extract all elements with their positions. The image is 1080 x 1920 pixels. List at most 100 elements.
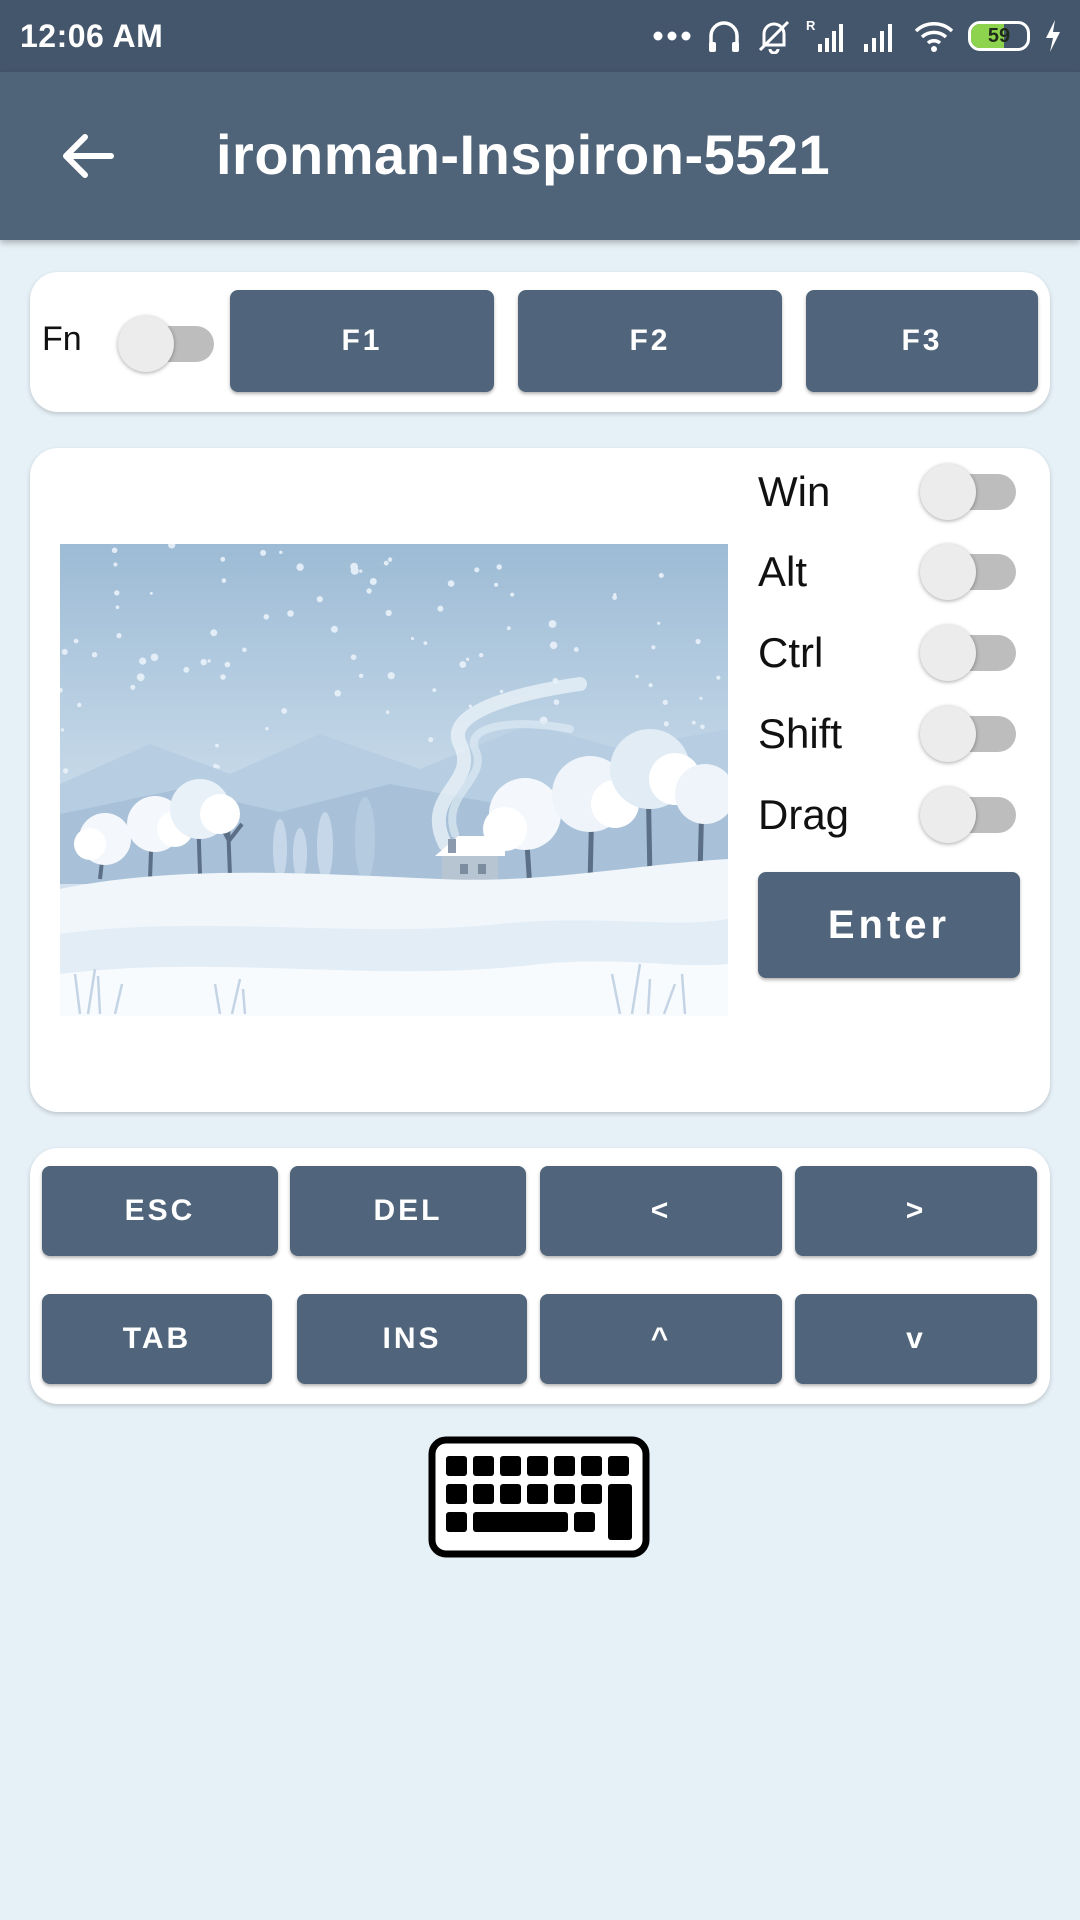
toggle-thumb bbox=[920, 544, 976, 600]
app-bar: ironman-Inspiron-5521 bbox=[0, 72, 1080, 240]
roaming-signal-icon: R bbox=[806, 18, 843, 52]
keyboard-key-shape bbox=[446, 1456, 467, 1476]
snowflake bbox=[479, 653, 484, 658]
toggle-thumb bbox=[920, 625, 976, 681]
f3-key[interactable]: F3 bbox=[806, 290, 1038, 392]
snowflake bbox=[139, 657, 147, 665]
keyboard-key-shape bbox=[500, 1456, 521, 1476]
snowflake bbox=[465, 657, 470, 661]
snowflake bbox=[215, 743, 219, 748]
drag-toggle[interactable] bbox=[920, 783, 1016, 843]
right-arrow-key[interactable]: > bbox=[795, 1166, 1037, 1256]
snowflake bbox=[287, 610, 294, 617]
snowflake bbox=[387, 557, 393, 562]
snowflake bbox=[61, 648, 68, 655]
snowflake bbox=[113, 562, 118, 567]
keyboard-icon bbox=[428, 1436, 650, 1558]
snowflake bbox=[612, 595, 617, 600]
headphones-icon bbox=[709, 21, 739, 52]
keyboard-key-shape bbox=[581, 1456, 602, 1476]
modifier-label-ctrl: Ctrl bbox=[758, 629, 824, 676]
touchpad-card: Win Alt Ctrl Shift Drag Enter bbox=[30, 448, 1050, 1112]
snowflake bbox=[114, 590, 120, 596]
keyboard-key-shape bbox=[473, 1456, 494, 1476]
snowflake bbox=[242, 647, 247, 653]
snowflake bbox=[220, 674, 226, 680]
snowflake bbox=[494, 582, 499, 587]
snowflake bbox=[224, 661, 231, 668]
alt-toggle[interactable] bbox=[920, 540, 1016, 600]
charging-icon bbox=[1046, 20, 1060, 52]
shift-toggle[interactable] bbox=[920, 702, 1016, 762]
snowflake bbox=[553, 699, 560, 705]
snowflake bbox=[695, 638, 701, 645]
snowflake bbox=[265, 727, 269, 731]
snowflake bbox=[359, 569, 363, 573]
snowflake bbox=[221, 578, 227, 583]
snowflake bbox=[651, 645, 656, 650]
snowflake bbox=[207, 659, 211, 663]
win-toggle[interactable] bbox=[920, 460, 1016, 520]
snowflake bbox=[366, 588, 372, 594]
status-icons: R 59 bbox=[652, 18, 1062, 54]
snowflake bbox=[116, 633, 122, 639]
snowflake bbox=[459, 661, 467, 668]
keyboard-key-shape bbox=[581, 1484, 602, 1504]
snowflake bbox=[691, 720, 696, 725]
snowflake bbox=[699, 696, 703, 700]
snowflake bbox=[499, 689, 504, 694]
snowflake bbox=[350, 562, 358, 571]
up-arrow-key[interactable]: ^ bbox=[540, 1294, 782, 1384]
snowflake bbox=[281, 708, 288, 714]
battery-icon: 59 bbox=[968, 21, 1030, 51]
snowflake bbox=[548, 620, 557, 628]
snowflake bbox=[77, 702, 82, 708]
snowflake bbox=[474, 567, 480, 573]
left-arrow-key[interactable]: < bbox=[540, 1166, 782, 1256]
toggle-thumb bbox=[920, 787, 976, 843]
snowflake bbox=[115, 605, 120, 609]
keyboard-key-shape bbox=[554, 1456, 575, 1476]
snowflake bbox=[385, 609, 392, 617]
snowflake bbox=[358, 673, 364, 678]
fn-label: Fn bbox=[42, 320, 82, 358]
snowflake bbox=[330, 625, 338, 633]
esc-key[interactable]: ESC bbox=[42, 1166, 278, 1256]
snowflake bbox=[334, 690, 342, 697]
f2-key[interactable]: F2 bbox=[518, 290, 782, 392]
enter-button[interactable]: Enter bbox=[758, 872, 1020, 978]
snowflake bbox=[432, 688, 437, 693]
del-key[interactable]: DEL bbox=[290, 1166, 526, 1256]
snowflake bbox=[428, 737, 434, 743]
more-dots-icon bbox=[653, 31, 691, 41]
snowflake bbox=[648, 683, 653, 688]
keyboard-key-shape bbox=[500, 1484, 521, 1504]
snowflake bbox=[213, 763, 218, 769]
ctrl-toggle[interactable] bbox=[920, 621, 1016, 681]
winter-landscape-image bbox=[60, 544, 728, 1016]
fn-toggle[interactable] bbox=[118, 312, 214, 372]
snowflake bbox=[437, 605, 444, 612]
keyboard-key-shape bbox=[527, 1484, 548, 1504]
ins-key[interactable]: INS bbox=[297, 1294, 527, 1384]
snowflake bbox=[73, 638, 79, 644]
status-time: 12:06 AM bbox=[20, 17, 164, 54]
snowflake bbox=[60, 728, 65, 732]
snowflake bbox=[496, 564, 502, 570]
keyboard-toggle-button[interactable] bbox=[428, 1436, 650, 1558]
f1-key[interactable]: F1 bbox=[230, 290, 494, 392]
snowflake bbox=[700, 724, 705, 730]
modifier-label-drag: Drag bbox=[758, 791, 850, 838]
down-arrow-key[interactable]: v bbox=[795, 1294, 1037, 1384]
back-button[interactable] bbox=[48, 116, 128, 196]
snowflake bbox=[663, 721, 669, 727]
snowflake bbox=[183, 666, 190, 673]
snowflake bbox=[447, 580, 455, 587]
keyboard-key-shape bbox=[446, 1484, 467, 1504]
snowflake bbox=[296, 563, 304, 571]
tab-key[interactable]: TAB bbox=[42, 1294, 272, 1384]
keyboard-key-shape bbox=[527, 1456, 548, 1476]
wifi-icon bbox=[914, 22, 954, 52]
snowflake bbox=[200, 658, 207, 666]
touchpad-area[interactable] bbox=[60, 544, 728, 1016]
